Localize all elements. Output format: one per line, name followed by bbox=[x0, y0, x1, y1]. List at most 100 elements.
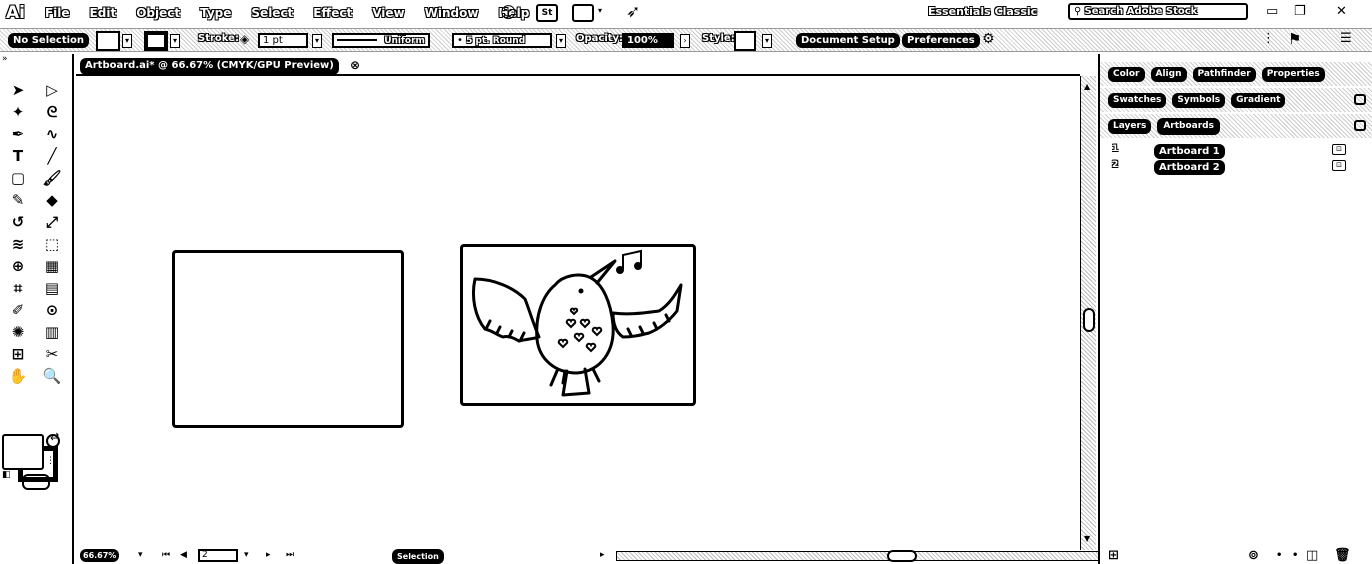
rearrange-artboards-icon[interactable]: ⊞ bbox=[1108, 548, 1119, 563]
eyedropper-tool-icon[interactable]: ✐ bbox=[4, 300, 32, 320]
fill-dropdown-icon[interactable]: ▾ bbox=[122, 34, 132, 48]
stroke-stepper-icon[interactable]: ◈ bbox=[240, 32, 249, 46]
column-graph-tool-icon[interactable]: ▥ bbox=[38, 322, 66, 342]
menu-effect[interactable]: Effect bbox=[313, 0, 352, 26]
scroll-up-icon[interactable]: ▲ bbox=[1084, 82, 1090, 91]
previous-artboard-icon[interactable]: ◀ bbox=[180, 550, 187, 560]
document-tab[interactable]: Artboard.ai* @ 66.67% (CMYK/GPU Preview) bbox=[80, 58, 339, 75]
eraser-tool-icon[interactable]: ◆ bbox=[38, 190, 66, 210]
send-icon[interactable]: ➶ bbox=[626, 2, 640, 22]
stroke-weight-dropdown-icon[interactable]: ▾ bbox=[312, 34, 322, 48]
variable-width-profile[interactable]: Uniform bbox=[332, 33, 430, 48]
artboard-1[interactable] bbox=[172, 250, 404, 428]
arrange-documents-icon[interactable] bbox=[572, 4, 594, 22]
artboard-options-icon[interactable]: ⊡ bbox=[1332, 144, 1346, 155]
stroke-dropdown-icon[interactable]: ▾ bbox=[170, 34, 180, 48]
new-artboard-icon[interactable]: ◫ bbox=[1306, 548, 1318, 563]
horizontal-scrollbar[interactable] bbox=[616, 550, 1156, 562]
last-artboard-icon[interactable]: ⏭ bbox=[286, 550, 294, 560]
panel-menu-icon[interactable] bbox=[1354, 94, 1366, 105]
menu-select[interactable]: Select bbox=[251, 0, 293, 26]
artboard-number-field[interactable]: 2 bbox=[198, 549, 238, 562]
workspace-chevron-icon[interactable]: ⌄ bbox=[1032, 6, 1040, 16]
artboards-menu-icon[interactable] bbox=[1354, 120, 1366, 131]
fill-color-swatch[interactable] bbox=[2, 434, 44, 470]
preferences-button[interactable]: Preferences bbox=[902, 33, 980, 48]
blend-tool-icon[interactable]: ⊙ bbox=[38, 300, 66, 320]
control-menu-icon[interactable]: ☰ bbox=[1340, 31, 1352, 46]
tab-align[interactable]: Align bbox=[1150, 66, 1187, 82]
workspace-switcher[interactable]: Essentials Classic bbox=[928, 5, 1037, 18]
gpu-performance-icon[interactable]: ☺ bbox=[500, 3, 517, 22]
curvature-tool-icon[interactable]: ∿ bbox=[38, 124, 66, 144]
stock-search-input[interactable]: ⚲ Search Adobe Stock bbox=[1068, 3, 1248, 20]
flag-icon[interactable]: ⚑ bbox=[1288, 30, 1301, 48]
move-down-icon[interactable]: • bbox=[1276, 550, 1282, 561]
stroke-swatch-control[interactable] bbox=[144, 31, 168, 51]
lasso-tool-icon[interactable]: ᘓ bbox=[38, 102, 66, 122]
fill-swatch-control[interactable] bbox=[96, 31, 120, 51]
menu-file[interactable]: File bbox=[45, 0, 70, 26]
artboard-options-icon[interactable]: ⊡ bbox=[1332, 160, 1346, 171]
scale-tool-icon[interactable]: ⤢ bbox=[38, 212, 66, 232]
menu-type[interactable]: Type bbox=[200, 0, 231, 26]
canvas[interactable] bbox=[76, 76, 1080, 546]
zoom-field[interactable]: 66.67% bbox=[80, 549, 120, 562]
artboard-name[interactable]: Artboard 1 bbox=[1154, 144, 1225, 159]
zoom-dropdown-icon[interactable]: ▾ bbox=[138, 550, 143, 560]
graphic-style-swatch[interactable] bbox=[734, 31, 756, 51]
slice-tool-icon[interactable]: ✂ bbox=[38, 344, 66, 364]
shaper-tool-icon[interactable]: ✎ bbox=[4, 190, 32, 210]
tab-pathfinder[interactable]: Pathfinder bbox=[1192, 66, 1256, 82]
brush-definition[interactable]: • 5 pt. Round bbox=[452, 33, 552, 48]
opacity-arrow-icon[interactable]: › bbox=[680, 34, 690, 48]
tab-gradient[interactable]: Gradient bbox=[1231, 92, 1286, 108]
panel-options-icon[interactable]: ⋮ bbox=[1262, 31, 1275, 46]
vertical-scroll-thumb[interactable] bbox=[1083, 308, 1095, 332]
rotate-tool-icon[interactable]: ↺ bbox=[4, 212, 32, 232]
magic-wand-tool-icon[interactable]: ✦ bbox=[4, 102, 32, 122]
artboard-dropdown-icon[interactable]: ▾ bbox=[244, 550, 249, 560]
close-icon[interactable]: ✕ bbox=[1336, 4, 1347, 19]
type-tool-icon[interactable]: T bbox=[4, 146, 32, 166]
edit-toolbar-icon[interactable]: ••• bbox=[22, 474, 50, 490]
tab-properties[interactable]: Properties bbox=[1261, 66, 1325, 82]
selection-tool-icon[interactable]: ➤ bbox=[4, 80, 32, 100]
tab-artboards[interactable]: Artboards bbox=[1157, 117, 1220, 135]
collapse-tools-icon[interactable]: » bbox=[2, 54, 8, 64]
opacity-field[interactable]: 100% bbox=[622, 33, 674, 48]
rectangle-tool-icon[interactable]: ▢ bbox=[4, 168, 32, 188]
line-tool-icon[interactable]: ╱ bbox=[38, 146, 66, 166]
bird-illustration[interactable] bbox=[463, 247, 693, 403]
artboard-2[interactable] bbox=[460, 244, 696, 406]
pen-tool-icon[interactable]: ✒ bbox=[4, 124, 32, 144]
delete-artboard-icon[interactable]: 🗑 bbox=[1334, 548, 1351, 563]
free-transform-tool-icon[interactable]: ⬚ bbox=[38, 234, 66, 254]
minimize-icon[interactable]: ▭ bbox=[1266, 4, 1278, 19]
style-dropdown-icon[interactable]: ▾ bbox=[762, 34, 772, 48]
menu-edit[interactable]: Edit bbox=[90, 0, 117, 26]
zoom-tool-icon[interactable]: 🔍 bbox=[38, 366, 66, 386]
default-fill-stroke-icon[interactable]: ◧ bbox=[2, 470, 11, 480]
arrange-icon[interactable]: ⚙ bbox=[982, 31, 995, 47]
horizontal-scroll-thumb[interactable] bbox=[887, 550, 917, 562]
status-arrow-icon[interactable]: ▸ bbox=[600, 550, 605, 560]
tab-symbols[interactable]: Symbols bbox=[1172, 92, 1226, 108]
next-artboard-icon[interactable]: ▸ bbox=[266, 550, 271, 560]
restore-icon[interactable]: ❐ bbox=[1294, 4, 1306, 19]
stroke-weight-field[interactable]: 1 pt bbox=[258, 33, 308, 48]
symbol-sprayer-tool-icon[interactable]: ✺ bbox=[4, 322, 32, 342]
perspective-grid-tool-icon[interactable]: ▦ bbox=[38, 256, 66, 276]
gradient-icon[interactable] bbox=[46, 434, 60, 448]
artboard-name[interactable]: Artboard 2 bbox=[1154, 160, 1225, 175]
menu-view[interactable]: View bbox=[372, 0, 404, 26]
tab-swatches[interactable]: Swatches bbox=[1108, 92, 1167, 108]
move-up-icon[interactable]: ⊚ bbox=[1248, 548, 1259, 563]
hand-tool-icon[interactable]: ✋ bbox=[4, 366, 32, 386]
mesh-tool-icon[interactable]: ⌗ bbox=[4, 278, 32, 298]
paintbrush-tool-icon[interactable]: 🖌 bbox=[38, 168, 66, 188]
tab-color[interactable]: Color bbox=[1108, 66, 1145, 82]
artboard-list-item[interactable]: 1 Artboard 1 ⊡ bbox=[1100, 144, 1372, 160]
brush-dropdown-icon[interactable]: ▾ bbox=[556, 34, 566, 48]
arrange-chevron-icon[interactable]: ▾ bbox=[598, 6, 602, 15]
